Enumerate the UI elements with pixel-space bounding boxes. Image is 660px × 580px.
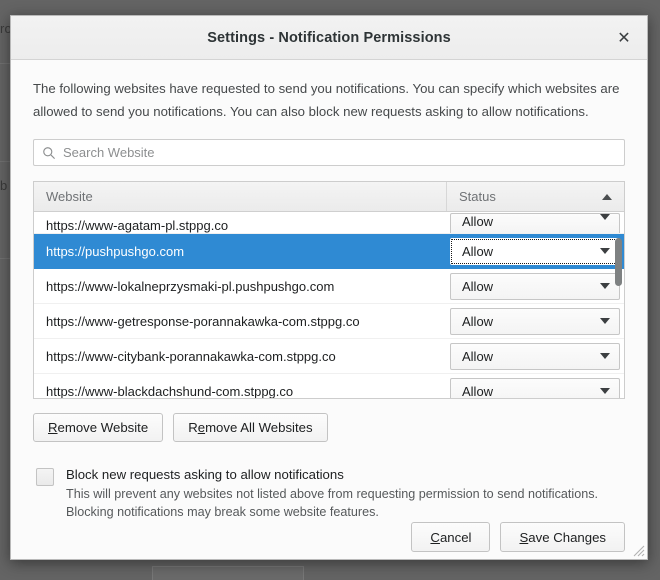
triangle-up-icon — [602, 193, 612, 200]
chevron-down-icon — [600, 283, 610, 290]
dialog-body: The following websites have requested to… — [11, 60, 647, 559]
save-changes-label: ave Changes — [528, 529, 606, 545]
website-permissions-table: Website Status https://www-agatam-pl.stp… — [33, 181, 625, 400]
block-new-requests-description-line-2: Blocking notifications may break some we… — [66, 505, 379, 520]
dialog-footer: Cancel Save Changes — [33, 522, 625, 559]
cell-status: Allow — [446, 272, 624, 300]
backdrop-text-fragment: b — [0, 178, 8, 193]
chevron-down-icon — [600, 214, 610, 221]
table-row[interactable]: https://www-agatam-pl.stppg.co Allow — [34, 212, 624, 235]
chevron-down-icon — [600, 388, 610, 395]
chevron-down-icon — [600, 353, 610, 360]
search-input[interactable] — [33, 139, 625, 167]
cell-status: Allow — [446, 237, 624, 265]
remove-all-mnemonic: e — [197, 420, 206, 436]
remove-all-label: move All Websites — [205, 420, 313, 436]
chevron-down-icon — [600, 248, 610, 255]
status-dropdown-value: Allow — [462, 348, 494, 364]
cell-website: https://www-getresponse-porannakawka-com… — [46, 313, 360, 329]
status-dropdown-value: Allow — [462, 214, 494, 230]
remove-website-button[interactable]: Remove Website — [33, 413, 164, 443]
vertical-scrollbar[interactable] — [615, 214, 622, 396]
block-new-requests-label: Block new requests asking to allow notif… — [66, 467, 344, 483]
remove-website-label: emove Website — [57, 420, 149, 436]
table-row[interactable]: https://pushpushgo.com Allow — [34, 234, 624, 270]
close-icon[interactable]: ✕ — [611, 25, 637, 51]
cell-website: https://www-blackdachshund-com.stppg.co — [46, 383, 294, 399]
block-new-requests-checkbox[interactable] — [36, 468, 54, 487]
status-dropdown[interactable]: Allow — [450, 213, 620, 234]
backdrop-panel — [152, 566, 304, 580]
table-action-buttons: Remove Website Remove All Websites — [33, 413, 625, 443]
status-dropdown[interactable]: Allow — [450, 272, 620, 300]
cell-website: https://www-lokalneprzysmaki-pl.pushpush… — [46, 278, 335, 294]
status-dropdown-value: Allow — [462, 243, 494, 259]
column-header-website-label: Website — [46, 189, 93, 205]
notification-permissions-dialog: Settings - Notification Permissions ✕ Th… — [10, 15, 648, 560]
save-changes-mnemonic: S — [519, 529, 529, 545]
table-body: https://www-agatam-pl.stppg.co Allow htt… — [34, 212, 624, 399]
cancel-button[interactable]: Cancel — [411, 522, 491, 553]
table-row[interactable]: https://www-citybank-porannakawka-com.st… — [34, 339, 624, 375]
remove-all-prefix: R — [188, 420, 198, 436]
resize-grip[interactable] — [631, 543, 645, 557]
dialog-titlebar: Settings - Notification Permissions ✕ — [11, 16, 647, 60]
vertical-scrollbar-thumb[interactable] — [615, 238, 622, 287]
column-header-status[interactable]: Status — [446, 182, 624, 212]
column-header-website[interactable]: Website — [34, 182, 446, 211]
column-header-status-label: Status — [459, 189, 496, 205]
search-field — [33, 139, 625, 167]
cell-status: Allow — [446, 377, 624, 399]
save-changes-button[interactable]: Save Changes — [500, 522, 625, 553]
remove-website-mnemonic: R — [48, 420, 58, 436]
table-row[interactable]: https://www-blackdachshund-com.stppg.co … — [34, 374, 624, 399]
cell-website: https://www-agatam-pl.stppg.co — [46, 218, 229, 234]
table-row[interactable]: https://www-getresponse-porannakawka-com… — [34, 304, 624, 340]
table-header-row: Website Status — [34, 182, 624, 213]
chevron-down-icon — [600, 318, 610, 325]
cancel-mnemonic: C — [430, 529, 440, 545]
cell-website: https://pushpushgo.com — [46, 243, 185, 259]
block-new-requests-texts: Block new requests asking to allow notif… — [66, 467, 625, 522]
remove-all-websites-button[interactable]: Remove All Websites — [173, 413, 328, 443]
status-dropdown-value: Allow — [462, 278, 494, 294]
status-dropdown-value: Allow — [462, 313, 494, 329]
status-dropdown[interactable]: Allow — [450, 237, 620, 265]
cell-status: Allow — [446, 342, 624, 370]
cell-website: https://www-citybank-porannakawka-com.st… — [46, 348, 336, 364]
dialog-description: The following websites have requested to… — [33, 81, 620, 119]
status-dropdown[interactable]: Allow — [450, 307, 620, 335]
dialog-title: Settings - Notification Permissions — [207, 29, 451, 46]
block-new-requests-description-line-1: This will prevent any websites not liste… — [66, 487, 598, 502]
table-row[interactable]: https://www-lokalneprzysmaki-pl.pushpush… — [34, 269, 624, 305]
status-dropdown[interactable]: Allow — [450, 377, 620, 399]
status-dropdown-value: Allow — [462, 383, 494, 399]
cancel-label: ancel — [439, 529, 472, 545]
cell-status: Allow — [446, 213, 624, 234]
block-new-requests-option: Block new requests asking to allow notif… — [33, 467, 625, 522]
status-dropdown[interactable]: Allow — [450, 342, 620, 370]
cell-status: Allow — [446, 307, 624, 335]
